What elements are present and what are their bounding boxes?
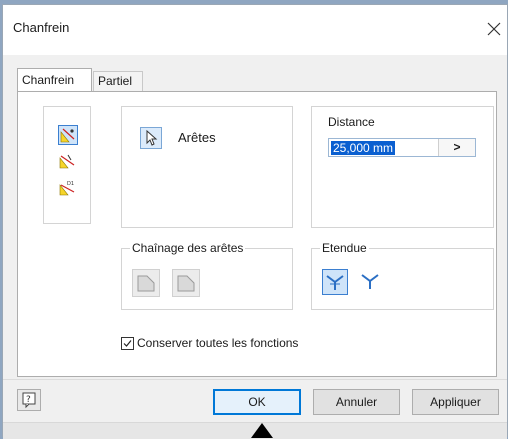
- cursor-select-icon[interactable]: [140, 127, 162, 149]
- edges-label: Arêtes: [178, 130, 216, 145]
- setback-corner-icon[interactable]: [322, 269, 348, 295]
- no-setback-corner-icon[interactable]: [358, 269, 384, 295]
- all-tangent-edges-icon[interactable]: [132, 269, 160, 297]
- edge-chain-group: Chaînage des arêtes: [121, 241, 293, 310]
- edges-selection-group: Arêtes: [121, 106, 293, 228]
- apply-button[interactable]: Appliquer: [412, 389, 499, 415]
- chamfer-mode-group: D1: [43, 106, 91, 224]
- extent-group: Etendue: [311, 241, 494, 310]
- distance-group: Distance 25,000 mm >: [311, 106, 494, 228]
- extent-legend: Etendue: [320, 241, 369, 255]
- dialog-title: Chanfrein: [13, 20, 70, 35]
- ok-button[interactable]: OK: [213, 389, 301, 415]
- chamfer-dialog: Chanfrein Chanfrein Partiel D1 Arêtes Di…: [2, 4, 508, 439]
- single-edge-icon[interactable]: [172, 269, 200, 297]
- close-icon[interactable]: [481, 18, 507, 40]
- chamfer-two-distances-icon[interactable]: D1: [58, 179, 78, 199]
- distance-arrow-button[interactable]: >: [438, 139, 475, 156]
- preserve-features-label: Conserver toutes les fonctions: [137, 336, 299, 350]
- tab-partiel[interactable]: Partiel: [93, 71, 143, 91]
- edge-chain-legend: Chaînage des arêtes: [130, 241, 246, 255]
- pointer-arrow-icon: [251, 423, 273, 438]
- distance-input[interactable]: 25,000 mm >: [328, 138, 476, 157]
- preserve-features-checkbox[interactable]: [121, 337, 134, 350]
- distance-label: Distance: [328, 115, 375, 129]
- distance-value[interactable]: 25,000 mm: [331, 141, 396, 155]
- cancel-button[interactable]: Annuler: [313, 389, 400, 415]
- title-bar[interactable]: Chanfrein: [3, 5, 507, 55]
- svg-text:?: ?: [26, 395, 31, 405]
- footer-separator: [3, 379, 507, 380]
- tab-panel: D1 Arêtes Distance 25,000 mm > Chaînage …: [17, 91, 497, 377]
- chamfer-distance-icon[interactable]: [58, 125, 78, 145]
- help-icon[interactable]: ?: [17, 389, 41, 411]
- chamfer-distance-angle-icon[interactable]: [58, 152, 78, 172]
- tab-chanfrein[interactable]: Chanfrein: [17, 68, 92, 92]
- svg-text:D1: D1: [67, 181, 74, 187]
